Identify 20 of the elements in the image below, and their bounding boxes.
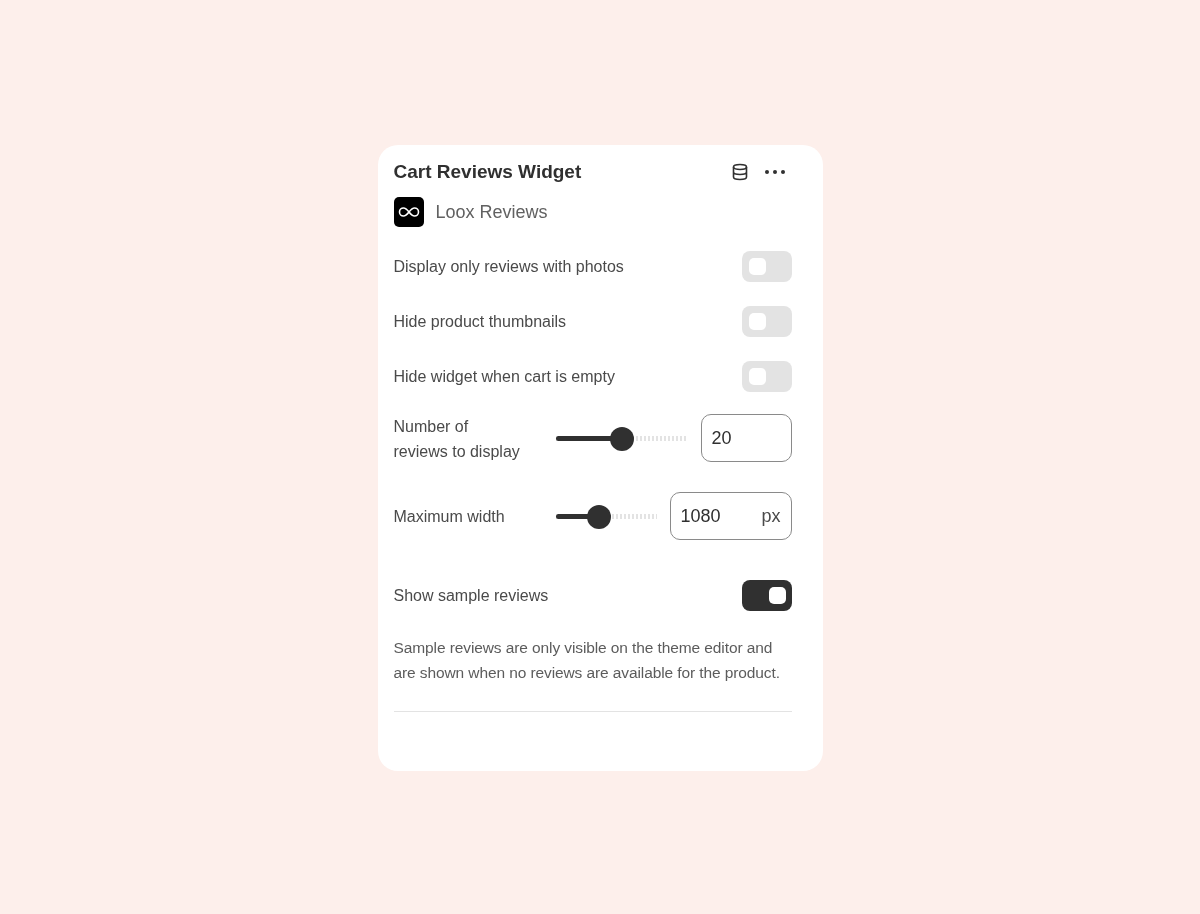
widget-title: Cart Reviews Widget (393, 161, 583, 183)
setting-label: Maximum width (393, 507, 506, 527)
setting-label: Show sample reviews (393, 586, 549, 606)
slider[interactable] (555, 504, 657, 528)
setting-label: Hide product thumbnails (393, 312, 567, 332)
toggle-switch[interactable] (741, 580, 792, 611)
toggle-switch[interactable] (741, 251, 792, 282)
number-field[interactable]: 20 (700, 414, 792, 462)
toggle-switch[interactable] (741, 361, 792, 392)
more-icon[interactable] (763, 169, 786, 175)
help-text: Sample reviews are only visible on the theme editor and are shown when no reviews are available for the product. (393, 638, 781, 683)
setting-label: Display only reviews with photos (393, 257, 624, 277)
slider[interactable] (555, 426, 688, 450)
unit-label: px (761, 505, 781, 527)
app-name: Loox Reviews (435, 201, 548, 223)
setting-label: Hide widget when cart is empty (393, 367, 615, 387)
toggle-switch[interactable] (741, 306, 792, 337)
infinity-logo-icon (393, 197, 424, 227)
setting-label: Number of reviews to display (393, 417, 521, 462)
number-field[interactable]: 1080 px (669, 492, 792, 540)
